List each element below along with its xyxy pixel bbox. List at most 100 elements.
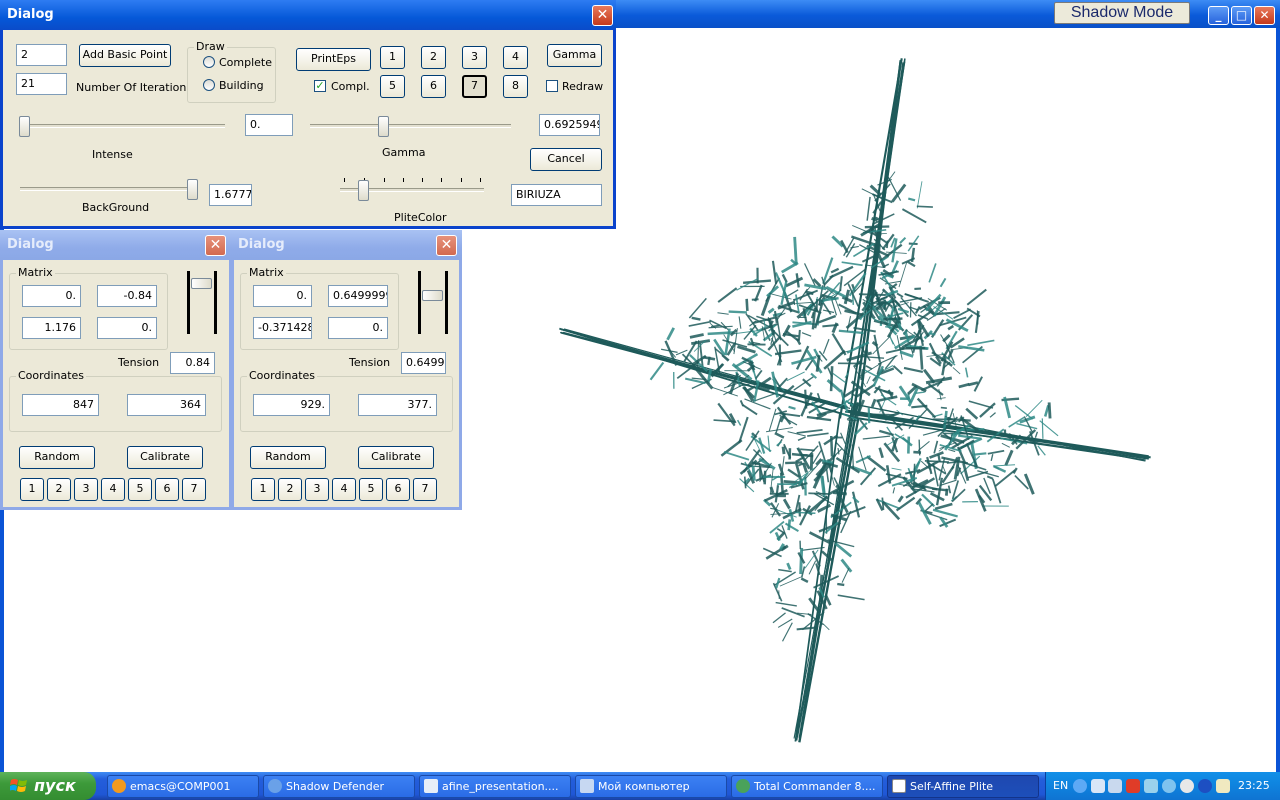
task-emacs[interactable]: emacs@COMP001 [107,775,259,798]
gamma-field[interactable]: 0.6925949 [539,114,600,136]
number-button-2[interactable]: 2 [278,478,302,501]
number-button-7[interactable]: 7 [462,75,487,98]
number-button-2[interactable]: 2 [47,478,71,501]
draw-building-radio[interactable] [203,79,215,91]
print-eps-button[interactable]: PrintEps [296,48,371,71]
matrix-d-field[interactable]: 0. [328,317,388,339]
task-self-affine-plite[interactable]: Self-Affine Plite [887,775,1039,798]
plite-color-slider-thumb[interactable] [358,180,369,201]
coord-x-field[interactable]: 847 [22,394,99,416]
gamma-button[interactable]: Gamma [547,44,602,67]
number-button-5[interactable]: 5 [359,478,383,501]
iterations-field[interactable]: 21 [16,73,67,95]
volume-icon[interactable] [1216,779,1230,793]
task-total-commander[interactable]: Total Commander 8.... [731,775,883,798]
slider-tick [384,178,385,182]
number-button-3[interactable]: 3 [305,478,329,501]
tension-slider-track-left[interactable] [418,271,421,334]
background-slider-track[interactable] [20,187,198,191]
matrix-a-field[interactable]: 0. [22,285,81,307]
iterations-label: Number Of Iteration [76,81,187,94]
close-icon[interactable]: ✕ [436,235,457,256]
task-label: afine_presentation.... [442,780,559,793]
matrix-c-field[interactable]: -0.371428 [253,317,312,339]
matrix-b-field[interactable]: 0.6499999 [328,285,388,307]
number-button-6[interactable]: 6 [421,75,446,98]
number-button-8[interactable]: 8 [503,75,528,98]
number-button-5[interactable]: 5 [380,75,405,98]
number-button-1[interactable]: 1 [380,46,405,69]
gamma-label: Gamma [382,146,426,159]
bluetooth-icon[interactable] [1198,779,1212,793]
number-button-2[interactable]: 2 [421,46,446,69]
intense-slider-thumb[interactable] [19,116,30,137]
tension-slider-thumb[interactable] [191,278,212,289]
number-button-4[interactable]: 4 [503,46,528,69]
number-button-6[interactable]: 6 [386,478,410,501]
matrix-a-field[interactable]: 0. [253,285,312,307]
number-button-5[interactable]: 5 [128,478,152,501]
close-icon[interactable]: ✕ [592,5,613,26]
add-basic-point-button[interactable]: Add Basic Point [79,44,171,67]
calibrate-button[interactable]: Calibrate [358,446,434,469]
tray-expand-icon[interactable] [1073,779,1087,793]
task-label: emacs@COMP001 [130,780,231,793]
dialog-title: Dialog [7,7,54,22]
number-button-3[interactable]: 3 [462,46,487,69]
background-field[interactable]: 1.6777 [209,184,252,206]
task-my-computer[interactable]: Мой компьютер [575,775,727,798]
slider-tick [422,178,423,182]
tension-slider-track-left[interactable] [187,271,190,334]
compl-checkbox[interactable]: ✓ [314,80,326,92]
matrix-group-title: Matrix [16,266,55,279]
tray-app-icon[interactable] [1162,779,1176,793]
matrix-b-field[interactable]: -0.84 [97,285,157,307]
number-button-4[interactable]: 4 [101,478,125,501]
slider-tick [480,178,481,182]
language-indicator[interactable]: EN [1053,779,1068,792]
emacs-icon [112,779,126,793]
intense-slider-track[interactable] [20,124,225,128]
calibrate-button[interactable]: Calibrate [127,446,203,469]
coord-y-field[interactable]: 377. [358,394,437,416]
number-button-7[interactable]: 7 [413,478,437,501]
draw-building-label: Building [219,79,264,92]
close-icon[interactable]: ✕ [205,235,226,256]
task-shadow-defender[interactable]: Shadow Defender [263,775,415,798]
draw-complete-label: Complete [219,56,273,69]
coord-x-field[interactable]: 929. [253,394,330,416]
cancel-button[interactable]: Cancel [530,148,602,171]
number-button-4[interactable]: 4 [332,478,356,501]
start-button[interactable]: пуск [0,772,96,800]
background-slider-thumb[interactable] [187,179,198,200]
task-afine-presentation[interactable]: afine_presentation.... [419,775,571,798]
tension-field[interactable]: 0.84 [170,352,215,374]
tension-slider-track-right[interactable] [214,271,217,334]
tension-field[interactable]: 0.6499 [401,352,446,374]
matrix-d-field[interactable]: 0. [97,317,157,339]
draw-complete-radio[interactable] [203,56,215,68]
number-button-3[interactable]: 3 [74,478,98,501]
gamma-slider-track[interactable] [310,124,511,128]
tension-slider-thumb[interactable] [422,290,443,301]
dialog-title: Dialog [238,237,285,252]
basic-points-field[interactable]: 2 [16,44,67,66]
tension-slider-track-right[interactable] [445,271,448,334]
coord-y-field[interactable]: 364 [127,394,206,416]
matrix-c-field[interactable]: 1.176 [22,317,81,339]
ati-icon[interactable] [1126,779,1140,793]
gamma-slider-thumb[interactable] [378,116,389,137]
plite-color-field[interactable]: BIRIUZA [511,184,602,206]
network-icon[interactable] [1091,779,1105,793]
random-button[interactable]: Random [19,446,95,469]
tray-app-icon[interactable] [1180,779,1194,793]
network-icon[interactable] [1108,779,1122,793]
number-button-1[interactable]: 1 [251,478,275,501]
intense-field[interactable]: 0. [245,114,293,136]
tray-app-icon[interactable] [1144,779,1158,793]
redraw-checkbox[interactable] [546,80,558,92]
random-button[interactable]: Random [250,446,326,469]
number-button-1[interactable]: 1 [20,478,44,501]
number-button-6[interactable]: 6 [155,478,179,501]
number-button-7[interactable]: 7 [182,478,206,501]
